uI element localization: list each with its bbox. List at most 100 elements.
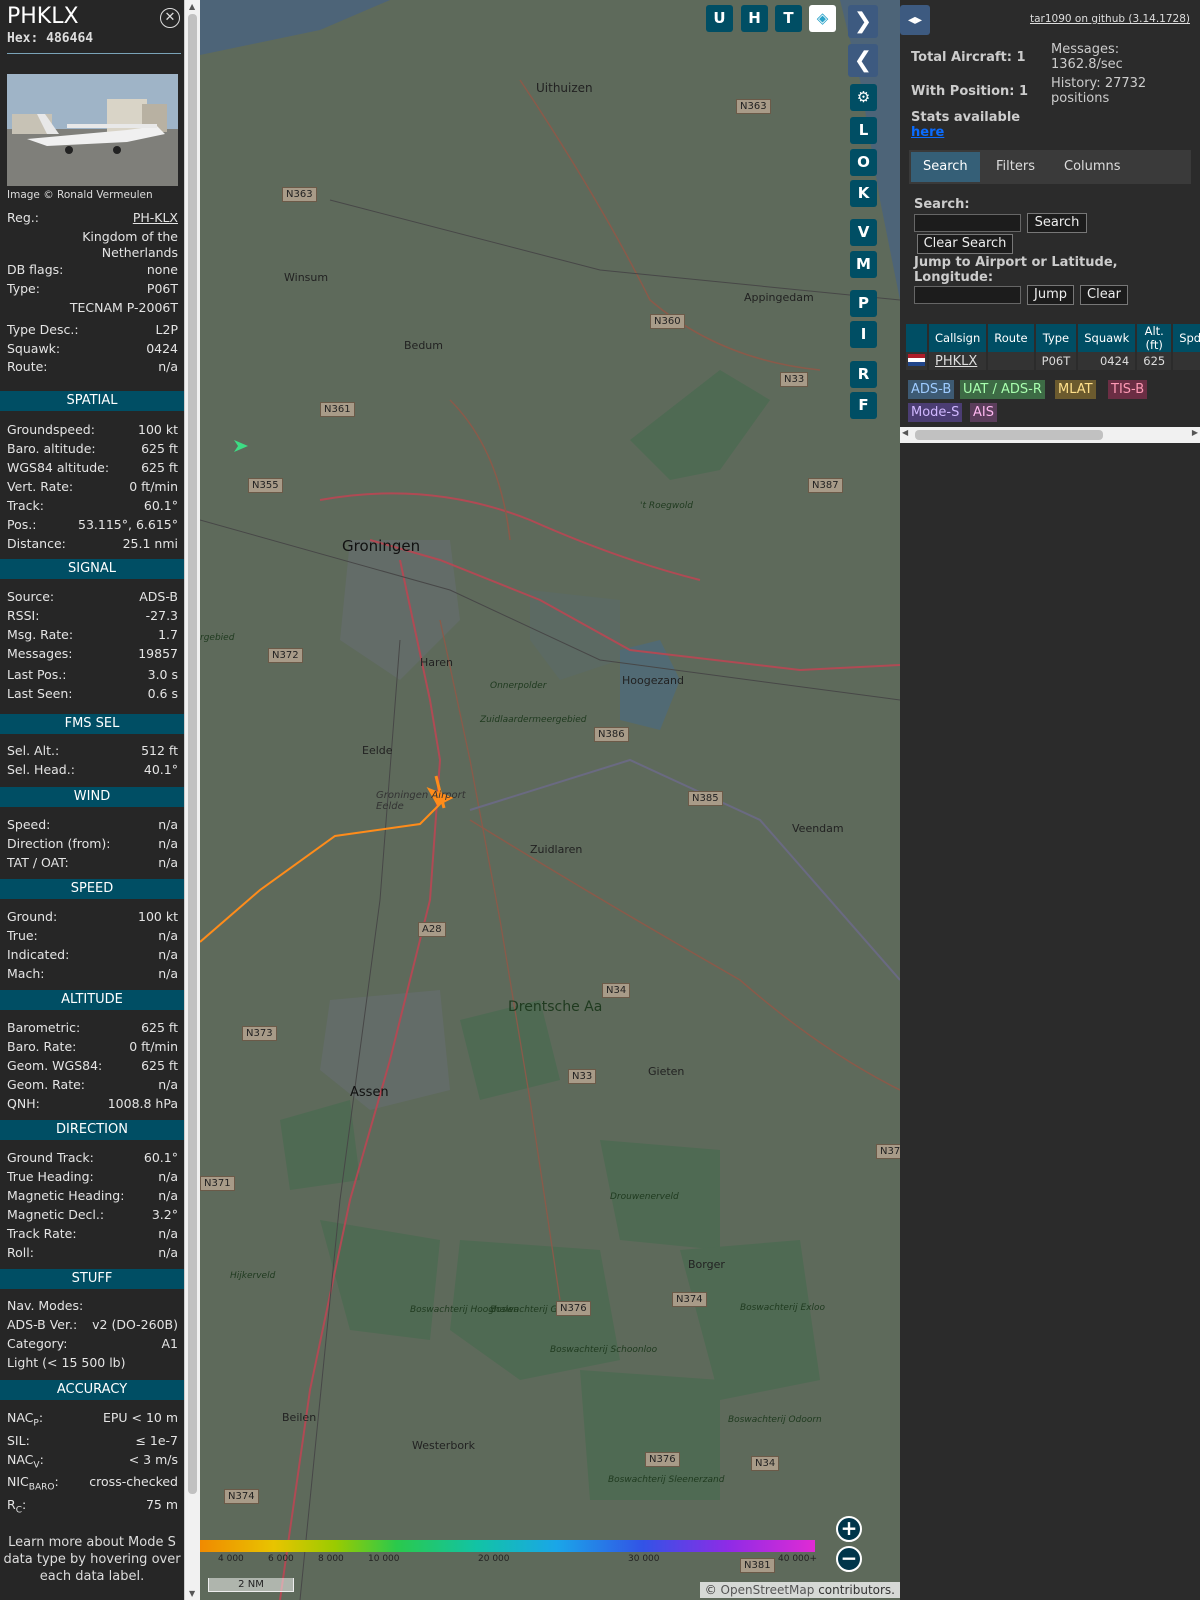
map-view[interactable]: Uithuizen Winsum Bedum Appingedam Groningen H… bbox=[200, 0, 900, 1600]
horizontal-scroll-thumb[interactable] bbox=[915, 430, 1103, 440]
altitude-scale-label: 20 000 bbox=[478, 1554, 510, 1564]
map-button-i[interactable]: I bbox=[850, 321, 877, 348]
column-header-altitude[interactable]: Alt. (ft) bbox=[1136, 324, 1174, 352]
info-row: Direction (from): n/a bbox=[7, 836, 178, 852]
info-value: n/a bbox=[158, 1169, 178, 1184]
map-button-v[interactable]: V bbox=[850, 219, 877, 246]
aircraft-photo[interactable] bbox=[7, 74, 178, 186]
info-label: RSSI: bbox=[7, 608, 40, 623]
table-horizontal-scrollbar[interactable]: ◀ ▶ bbox=[900, 427, 1200, 443]
squawk-value: 0424 bbox=[146, 341, 178, 356]
map-place-label: Appingedam bbox=[744, 291, 814, 304]
info-row: Vert. Rate: 0 ft/min bbox=[7, 479, 178, 495]
zoom-out-button[interactable]: − bbox=[836, 1546, 862, 1572]
info-label: Sel. Head.: bbox=[7, 762, 75, 777]
search-input[interactable] bbox=[914, 214, 1021, 232]
stats-link[interactable]: here bbox=[911, 125, 944, 140]
source-badge-adsb[interactable]: ADS-B bbox=[908, 380, 955, 399]
close-icon[interactable]: ✕ bbox=[160, 8, 180, 28]
info-value: 100 kt bbox=[138, 909, 178, 924]
info-value: 100 kt bbox=[138, 422, 178, 437]
osm-link[interactable]: OpenStreetMap bbox=[721, 1583, 815, 1597]
info-label: Last Pos.: bbox=[7, 667, 67, 682]
scroll-up-arrow-icon[interactable]: ▲ bbox=[189, 2, 195, 11]
chevron-right-icon[interactable]: ❯ bbox=[848, 5, 878, 38]
map-button-r[interactable]: R bbox=[850, 361, 877, 388]
column-header-speed[interactable]: Spd. bbox=[1172, 324, 1200, 352]
nacp-value: EPU < 10 m bbox=[102, 1410, 178, 1425]
zoom-in-button[interactable]: + bbox=[836, 1516, 862, 1542]
github-link[interactable]: tar1090 on github (3.14.1728) bbox=[1030, 13, 1190, 25]
scroll-right-arrow-icon[interactable]: ▶ bbox=[1192, 428, 1198, 437]
tab-search[interactable]: Search bbox=[911, 152, 980, 182]
tab-filters[interactable]: Filters bbox=[984, 152, 1047, 182]
scroll-left-arrow-icon[interactable]: ◀ bbox=[902, 428, 908, 437]
search-button[interactable]: Search bbox=[1027, 213, 1087, 233]
settings-gear-icon[interactable]: ⚙ bbox=[850, 84, 877, 111]
scroll-down-arrow-icon[interactable]: ▼ bbox=[189, 1589, 195, 1598]
road-label: N376 bbox=[556, 1301, 591, 1316]
road-label: N372 bbox=[268, 648, 303, 663]
jump-input[interactable] bbox=[914, 286, 1021, 304]
source-badge-modes[interactable]: Mode-S bbox=[908, 403, 963, 422]
row-squawk: 0424 bbox=[1077, 352, 1138, 370]
map-button-l[interactable]: L bbox=[850, 117, 877, 144]
road-label: N34 bbox=[602, 983, 631, 998]
dbflags-label: DB flags: bbox=[7, 262, 64, 277]
info-row: Barometric: 625 ft bbox=[7, 1020, 178, 1036]
map-button-p[interactable]: P bbox=[850, 290, 877, 317]
category-light: Light (< 15 500 lb) bbox=[7, 1355, 126, 1370]
adsbver-value: v2 (DO-260B) bbox=[92, 1317, 178, 1332]
info-label: TAT / OAT: bbox=[7, 855, 69, 870]
aircraft-info-sidebar: PHKLX Hex: 486464 ✕ Image © Ronald Verme… bbox=[0, 0, 184, 1600]
column-header-type[interactable]: Type bbox=[1034, 324, 1079, 352]
info-value: n/a bbox=[158, 1188, 178, 1203]
road-label: N385 bbox=[688, 791, 723, 806]
map-button-k[interactable]: K bbox=[850, 180, 877, 207]
map-button-f[interactable]: F bbox=[850, 392, 877, 419]
info-label: Geom. Rate: bbox=[7, 1077, 86, 1092]
expand-collapse-icon[interactable]: ◂▸ bbox=[900, 5, 930, 35]
map-place-label: Assen bbox=[350, 1085, 389, 1100]
road-label: A28 bbox=[418, 922, 446, 937]
column-header-squawk[interactable]: Squawk bbox=[1077, 324, 1138, 352]
navmodes-label: Nav. Modes: bbox=[7, 1298, 84, 1313]
rc-row: RC: 75 m bbox=[7, 1497, 178, 1516]
tab-columns[interactable]: Columns bbox=[1052, 152, 1133, 182]
type-label: Type: bbox=[7, 281, 40, 296]
jump-button[interactable]: Jump bbox=[1027, 285, 1074, 305]
clear-search-button[interactable]: Clear Search bbox=[917, 234, 1013, 254]
map-place-label: Drouwenerveld bbox=[610, 1192, 679, 1202]
layers-icon[interactable]: ◈ bbox=[809, 5, 836, 32]
sidebar-scrollbar[interactable]: ▲ ▼ bbox=[184, 0, 200, 1600]
clear-button[interactable]: Clear bbox=[1080, 285, 1128, 305]
source-badge-uat[interactable]: UAT / ADS-R bbox=[960, 380, 1045, 399]
section-header-spatial: SPATIAL bbox=[0, 391, 184, 411]
info-row: QNH: 1008.8 hPa bbox=[7, 1096, 178, 1112]
map-button-u[interactable]: U bbox=[706, 5, 733, 32]
map-place-label: Groningen bbox=[342, 537, 421, 555]
table-row[interactable]: PHKLX P06T 0424 625 bbox=[906, 352, 1200, 370]
scrollbar-thumb[interactable] bbox=[188, 14, 197, 1494]
map-button-o[interactable]: O bbox=[850, 149, 877, 176]
info-value: 60.1° bbox=[143, 498, 178, 513]
info-row: Distance: 25.1 nmi bbox=[7, 536, 178, 552]
chevron-left-icon[interactable]: ❮ bbox=[848, 44, 878, 77]
row-callsign[interactable]: PHKLX bbox=[928, 352, 989, 370]
info-value: 1.7 bbox=[158, 627, 178, 642]
map-button-m[interactable]: M bbox=[850, 251, 877, 278]
reg-link[interactable]: PH-KLX bbox=[133, 210, 178, 226]
category-row: Category: A1 bbox=[7, 1336, 178, 1352]
column-header-route[interactable]: Route bbox=[987, 324, 1036, 352]
source-badge-mlat[interactable]: MLAT bbox=[1055, 380, 1096, 399]
column-header-callsign[interactable]: Callsign bbox=[928, 324, 989, 352]
info-row: Groundspeed: 100 kt bbox=[7, 422, 178, 438]
typedesc-value: L2P bbox=[155, 322, 178, 337]
source-badge-tisb[interactable]: TIS-B bbox=[1108, 380, 1148, 399]
info-row: RSSI: -27.3 bbox=[7, 608, 178, 624]
source-badge-ais[interactable]: AIS bbox=[970, 403, 997, 422]
map-button-t[interactable]: T bbox=[775, 5, 802, 32]
info-value: 3.2° bbox=[151, 1207, 178, 1222]
row-route bbox=[987, 352, 1036, 370]
map-button-h[interactable]: H bbox=[741, 5, 768, 32]
